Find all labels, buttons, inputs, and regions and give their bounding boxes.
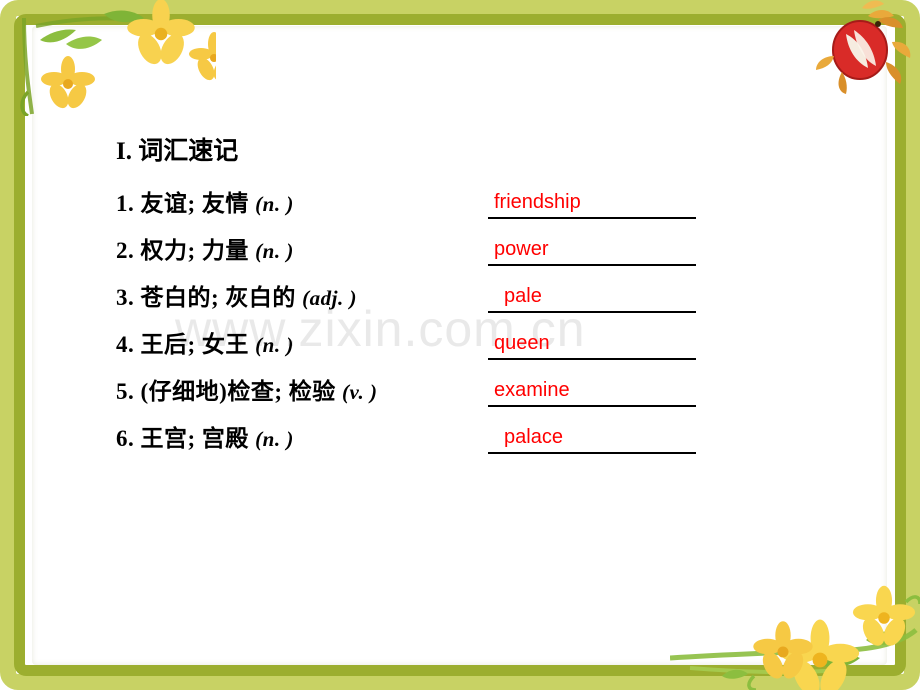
vocab-row: 1. 友谊; 友情 (n. ) friendship — [116, 181, 716, 228]
page-title: I. 词汇速记 — [116, 138, 239, 165]
vocab-row: 6. 王宫; 宫殿 (n. ) palace — [116, 416, 716, 463]
answer-blank[interactable]: pale — [488, 275, 696, 315]
answer-word: power — [494, 238, 549, 260]
slide-canvas: www.zixin.com.cn I. 词汇速记 1. 友谊; 友情 (n. )… — [0, 0, 920, 690]
vocab-row: 5. (仔细地)检查; 检验 (v. ) examine — [116, 369, 716, 416]
vocab-term-chinese: 2. 权力; 力量 (n. ) — [116, 231, 294, 265]
answer-word: examine — [494, 379, 570, 401]
vocab-number: 2. — [116, 238, 135, 263]
vocab-number: 4. — [116, 332, 135, 357]
answer-word: pale — [504, 285, 542, 307]
answer-blank[interactable]: queen — [488, 322, 696, 362]
vocab-chinese-text: 苍白的; 灰白的 — [140, 285, 296, 310]
answer-underline — [488, 311, 696, 313]
answer-underline — [488, 264, 696, 266]
answer-word: palace — [504, 426, 563, 448]
vocab-part-of-speech: (adj. ) — [302, 286, 357, 310]
vocab-row: 3. 苍白的; 灰白的 (adj. ) pale — [116, 275, 716, 322]
vocab-part-of-speech: (n. ) — [255, 192, 294, 216]
slide-content: I. 词汇速记 1. 友谊; 友情 (n. ) friendship 2. 权力… — [0, 0, 920, 690]
vocab-row: 2. 权力; 力量 (n. ) power — [116, 228, 716, 275]
answer-blank[interactable]: palace — [488, 416, 696, 456]
vocab-part-of-speech: (v. ) — [341, 380, 378, 404]
vocab-number: 5. — [116, 379, 135, 404]
vocab-chinese-text: (仔细地)检查; 检验 — [140, 379, 336, 404]
vocab-chinese-text: 友谊; 友情 — [140, 191, 249, 216]
vocab-term-chinese: 1. 友谊; 友情 (n. ) — [116, 184, 294, 218]
vocab-row: 4. 王后; 女王 (n. ) queen — [116, 322, 716, 369]
vocabulary-list: 1. 友谊; 友情 (n. ) friendship 2. 权力; 力量 (n.… — [116, 181, 716, 463]
answer-blank[interactable]: friendship — [488, 181, 696, 221]
answer-blank[interactable]: power — [488, 228, 696, 268]
vocab-term-chinese: 6. 王宫; 宫殿 (n. ) — [116, 419, 294, 453]
vocab-term-chinese: 4. 王后; 女王 (n. ) — [116, 325, 294, 359]
vocab-number: 6. — [116, 426, 135, 451]
vocab-number: 1. — [116, 191, 135, 216]
answer-underline — [488, 217, 696, 219]
answer-word: queen — [494, 332, 550, 354]
vocab-part-of-speech: (n. ) — [255, 427, 294, 451]
vocab-number: 3. — [116, 285, 135, 310]
vocab-term-chinese: 3. 苍白的; 灰白的 (adj. ) — [116, 278, 357, 312]
vocab-term-chinese: 5. (仔细地)检查; 检验 (v. ) — [116, 372, 378, 406]
vocab-part-of-speech: (n. ) — [255, 333, 294, 357]
answer-underline — [488, 452, 696, 454]
vocab-chinese-text: 王后; 女王 — [140, 332, 249, 357]
answer-blank[interactable]: examine — [488, 369, 696, 409]
vocab-chinese-text: 王宫; 宫殿 — [140, 426, 249, 451]
vocab-part-of-speech: (n. ) — [255, 239, 294, 263]
answer-word: friendship — [494, 191, 581, 213]
vocab-chinese-text: 权力; 力量 — [140, 238, 249, 263]
answer-underline — [488, 358, 696, 360]
answer-underline — [488, 405, 696, 407]
